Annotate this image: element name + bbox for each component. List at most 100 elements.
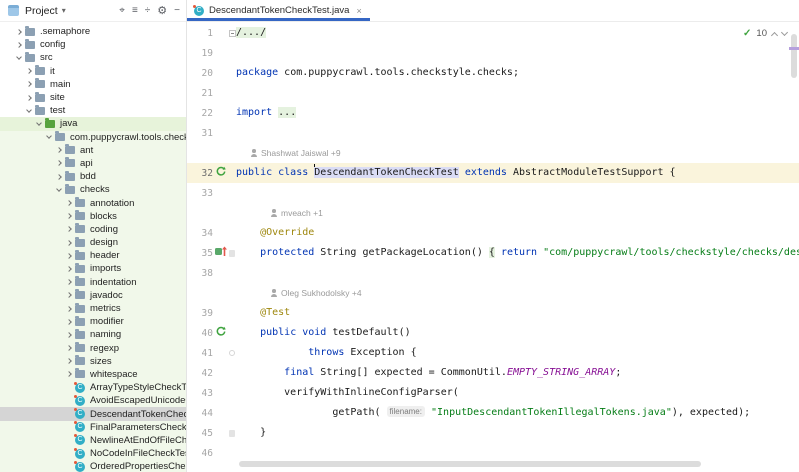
tree-item[interactable]: whitespace xyxy=(0,368,186,381)
next-issue-icon[interactable] xyxy=(781,29,788,36)
tree-item[interactable]: annotation xyxy=(0,196,186,209)
chevron-open-icon[interactable] xyxy=(34,123,43,125)
code-line[interactable]: 20package com.puppycrawl.tools.checkstyl… xyxy=(187,63,799,83)
horizontal-scrollbar[interactable] xyxy=(239,461,701,467)
locate-file-icon[interactable]: ⌖ xyxy=(119,6,125,16)
code-line[interactable]: 43 verifyWithInlineConfigParser( xyxy=(187,383,799,403)
tree-item[interactable]: coding xyxy=(0,223,186,236)
tab-descendant-token-check-test[interactable]: C DescendantTokenCheckTest.java × xyxy=(187,0,370,21)
tree-item[interactable]: imports xyxy=(0,262,186,275)
tree-item[interactable]: java xyxy=(0,117,186,130)
tree-item[interactable]: header xyxy=(0,249,186,262)
chevron-closed-icon[interactable] xyxy=(64,333,73,337)
code-line[interactable]: 21 xyxy=(187,83,799,103)
tree-item[interactable]: ant xyxy=(0,144,186,157)
chevron-closed-icon[interactable] xyxy=(64,293,73,297)
code-line[interactable]: 39 @Test xyxy=(187,303,799,323)
vertical-scrollbar[interactable] xyxy=(791,34,797,78)
fold-marker-icon[interactable] xyxy=(229,430,235,437)
code-line[interactable]: 44 getPath( filename: "InputDescendantTo… xyxy=(187,403,799,423)
overriding-method-icon[interactable] xyxy=(215,244,227,262)
tree-item[interactable]: it xyxy=(0,65,186,78)
tree-item[interactable]: sizes xyxy=(0,355,186,368)
tree-item[interactable]: CFinalParametersCheckTest xyxy=(0,421,186,434)
close-icon[interactable]: × xyxy=(356,6,361,16)
tree-item[interactable]: CNewlineAtEndOfFileCheckTest xyxy=(0,434,186,447)
tree-item[interactable]: api xyxy=(0,157,186,170)
code-line[interactable]: 38 xyxy=(187,263,799,283)
tree-item[interactable]: metrics xyxy=(0,302,186,315)
code-vision-authors[interactable]: Shashwat Jaiswal +9 xyxy=(187,143,799,163)
chevron-closed-icon[interactable] xyxy=(64,372,73,376)
project-panel-title[interactable]: Project xyxy=(25,5,58,17)
code-line[interactable]: 19 xyxy=(187,43,799,63)
code-line[interactable]: 32public class DescendantTokenCheckTest … xyxy=(187,163,799,183)
inspections-widget[interactable]: ✓ 10 xyxy=(741,27,789,40)
code-vision-authors[interactable]: Oleg Sukhodolsky +4 xyxy=(187,283,799,303)
code-line[interactable]: 31 xyxy=(187,123,799,143)
tree-item[interactable]: CAvoidEscapedUnicodeCharactersCheckTest xyxy=(0,394,186,407)
chevron-closed-icon[interactable] xyxy=(14,43,23,47)
previous-issue-icon[interactable] xyxy=(771,31,778,38)
chevron-closed-icon[interactable] xyxy=(64,280,73,284)
expand-all-icon[interactable]: ≡ xyxy=(132,6,138,16)
tree-item[interactable]: CArrayTypeStyleCheckTest xyxy=(0,381,186,394)
chevron-closed-icon[interactable] xyxy=(54,161,63,165)
code-line[interactable]: 40 public void testDefault() xyxy=(187,323,799,343)
code-line[interactable]: 46 xyxy=(187,443,799,463)
tree-item[interactable]: checks xyxy=(0,183,186,196)
tree-item[interactable]: com.puppycrawl.tools.checkstyle xyxy=(0,131,186,144)
fold-marker-icon[interactable] xyxy=(229,250,235,257)
tree-item[interactable]: .semaphore xyxy=(0,25,186,38)
chevron-closed-icon[interactable] xyxy=(64,254,73,258)
tree-item[interactable]: javadoc xyxy=(0,289,186,302)
chevron-open-icon[interactable] xyxy=(54,189,63,191)
chevron-closed-icon[interactable] xyxy=(64,227,73,231)
tree-item[interactable]: COrderedPropertiesCheckTest xyxy=(0,460,186,472)
code-line[interactable]: 45 } xyxy=(187,423,799,443)
editor-body[interactable]: 1/.../1920package com.puppycrawl.tools.c… xyxy=(187,22,799,472)
chevron-closed-icon[interactable] xyxy=(64,359,73,363)
tree-item[interactable]: modifier xyxy=(0,315,186,328)
collapse-all-icon[interactable]: ÷ xyxy=(145,6,151,16)
chevron-closed-icon[interactable] xyxy=(24,69,33,73)
tree-item[interactable]: test xyxy=(0,104,186,117)
tree-item[interactable]: main xyxy=(0,78,186,91)
tree-item[interactable]: bdd xyxy=(0,170,186,183)
fold-expand-icon[interactable] xyxy=(229,24,236,42)
chevron-closed-icon[interactable] xyxy=(64,201,73,205)
chevron-closed-icon[interactable] xyxy=(64,241,73,245)
tree-item[interactable]: site xyxy=(0,91,186,104)
chevron-closed-icon[interactable] xyxy=(14,30,23,34)
code-line[interactable]: 35 protected String getPackageLocation()… xyxy=(187,243,799,263)
chevron-open-icon[interactable] xyxy=(14,57,23,59)
code-vision-authors[interactable]: mveach +1 xyxy=(187,203,799,223)
code-line[interactable]: 22import ... xyxy=(187,103,799,123)
run-test-icon[interactable] xyxy=(215,324,226,342)
tree-item[interactable]: src xyxy=(0,51,186,64)
tree-item[interactable]: CNoCodeInFileCheckTest xyxy=(0,447,186,460)
tree-item[interactable]: regexp xyxy=(0,342,186,355)
gear-icon[interactable]: ⚙ xyxy=(157,6,167,16)
tree-item[interactable]: CDescendantTokenCheckTest xyxy=(0,407,186,420)
chevron-open-icon[interactable] xyxy=(24,110,33,112)
chevron-closed-icon[interactable] xyxy=(24,96,33,100)
run-test-icon[interactable] xyxy=(215,164,226,182)
code-line[interactable]: 42 final String[] expected = CommonUtil.… xyxy=(187,363,799,383)
code-line[interactable]: 41 throws Exception { xyxy=(187,343,799,363)
chevron-closed-icon[interactable] xyxy=(54,175,63,179)
hide-panel-icon[interactable]: − xyxy=(174,6,180,16)
fold-marker-icon[interactable] xyxy=(229,350,235,356)
chevron-closed-icon[interactable] xyxy=(64,320,73,324)
chevron-closed-icon[interactable] xyxy=(64,267,73,271)
tree-item[interactable]: indentation xyxy=(0,276,186,289)
tree-item[interactable]: config xyxy=(0,38,186,51)
chevron-open-icon[interactable] xyxy=(44,136,53,138)
code-line[interactable]: 34 @Override xyxy=(187,223,799,243)
chevron-closed-icon[interactable] xyxy=(64,214,73,218)
tree-item[interactable]: blocks xyxy=(0,210,186,223)
chevron-closed-icon[interactable] xyxy=(64,307,73,311)
chevron-closed-icon[interactable] xyxy=(24,82,33,86)
tree-item[interactable]: naming xyxy=(0,328,186,341)
code-line[interactable]: 33 xyxy=(187,183,799,203)
